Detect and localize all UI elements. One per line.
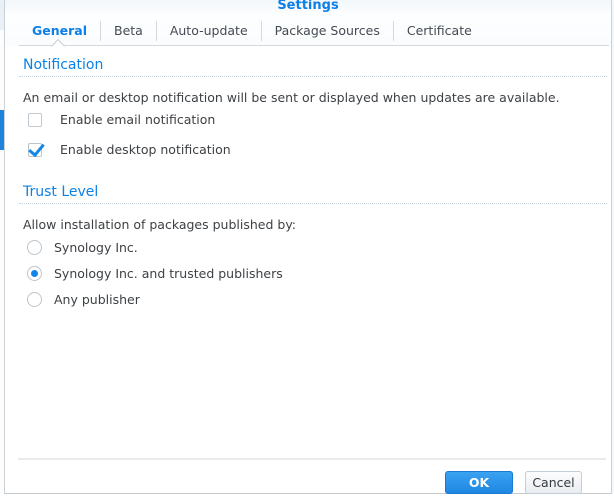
checkbox-row-desktop-notification[interactable]: Enable desktop notification [28,142,231,157]
any-publisher-radio[interactable] [27,292,42,307]
radio-row-trusted-publishers[interactable]: Synology Inc. and trusted publishers [27,266,283,281]
footer-divider [18,458,606,460]
trusted-publishers-radio[interactable] [27,266,42,281]
radio-row-synology-inc[interactable]: Synology Inc. [27,240,138,255]
trust-level-description: Allow installation of packages published… [23,217,297,232]
tab-bar: General Beta Auto-update Package Sources… [19,16,609,54]
trust-level-divider [19,203,607,204]
desktop-notification-label[interactable]: Enable desktop notification [60,142,231,157]
tab-certificate[interactable]: Certificate [394,16,485,45]
checkbox-row-email-notification[interactable]: Enable email notification [28,112,215,127]
email-notification-label[interactable]: Enable email notification [60,112,215,127]
trusted-publishers-label[interactable]: Synology Inc. and trusted publishers [54,266,283,281]
trust-level-heading: Trust Level [23,184,99,200]
synology-inc-label[interactable]: Synology Inc. [54,240,138,255]
tab-beta[interactable]: Beta [101,16,156,45]
dialog-title: Settings [277,0,339,13]
email-notification-checkbox[interactable] [28,112,42,127]
ok-button[interactable]: OK [445,471,513,494]
desktop-notification-checkbox[interactable] [28,142,42,157]
notification-heading: Notification [23,57,104,73]
radio-row-any-publisher[interactable]: Any publisher [27,292,140,307]
settings-dialog: Settings General Beta Auto-update Packag… [4,0,612,494]
notification-divider [19,76,607,77]
synology-inc-radio[interactable] [27,240,42,255]
tab-package-sources[interactable]: Package Sources [262,16,393,45]
cancel-button[interactable]: Cancel [525,471,582,494]
notification-description: An email or desktop notification will be… [23,90,560,105]
tab-auto-update[interactable]: Auto-update [157,16,261,45]
any-publisher-label[interactable]: Any publisher [54,292,140,307]
